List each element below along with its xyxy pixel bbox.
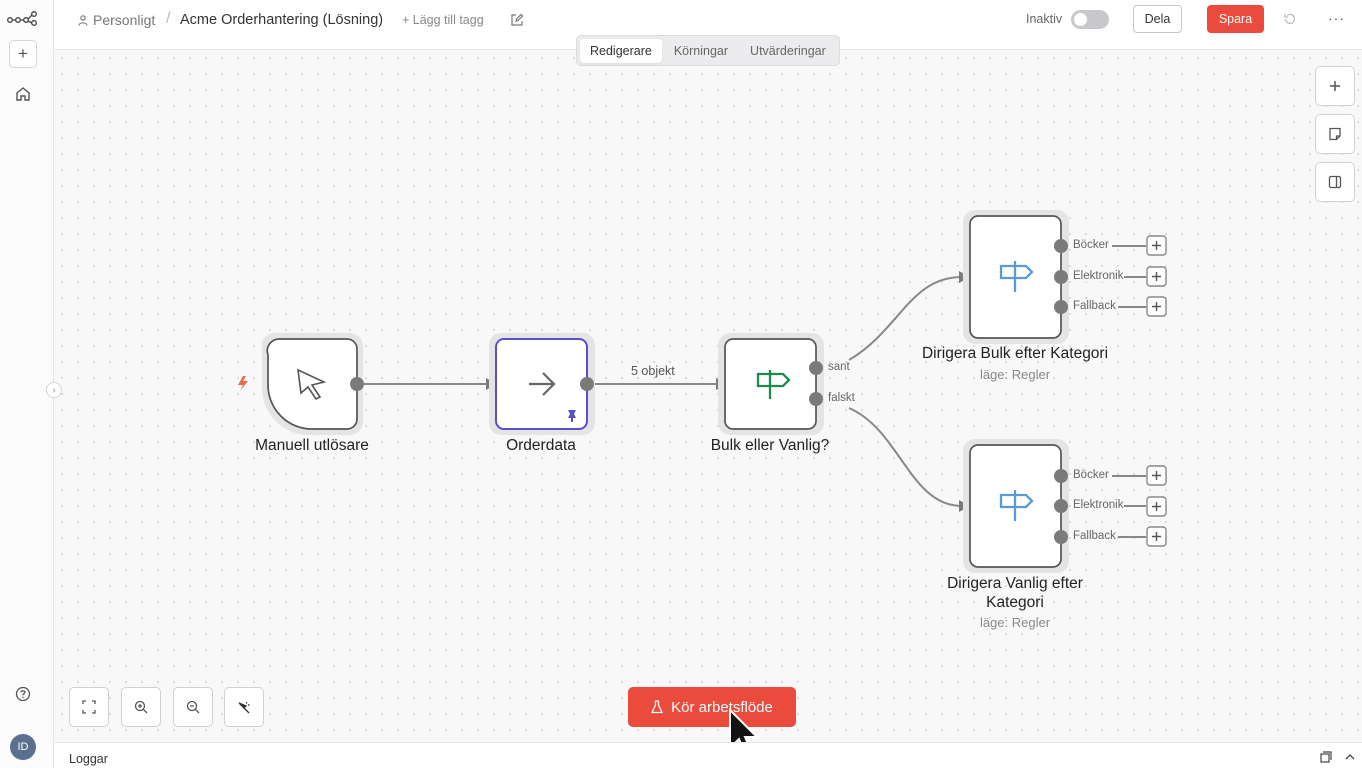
panel-icon bbox=[1328, 175, 1342, 189]
node-label: Bulk eller Vanlig? bbox=[710, 437, 830, 454]
node-route-regular[interactable] bbox=[963, 439, 1069, 573]
node-orderdata[interactable] bbox=[489, 333, 595, 435]
plus-icon bbox=[1330, 81, 1340, 91]
node-bulk-or-regular[interactable] bbox=[718, 333, 824, 435]
zoom-out-button[interactable] bbox=[173, 687, 213, 727]
node-label: Dirigera Vanlig efter bbox=[947, 575, 1083, 592]
sticky-note-icon bbox=[1329, 127, 1341, 141]
tidy-up-button[interactable] bbox=[224, 687, 264, 727]
logs-panel[interactable]: Loggar bbox=[54, 742, 1362, 768]
node-label: Manuell utlösare bbox=[255, 437, 369, 454]
output-label: Böcker bbox=[1073, 469, 1109, 481]
output-label-true: sant bbox=[828, 361, 850, 373]
node-label: Kategori bbox=[986, 594, 1044, 611]
lightning-bolt-icon bbox=[238, 376, 248, 391]
fit-view-button[interactable] bbox=[69, 687, 109, 727]
zoom-out-icon bbox=[186, 700, 200, 714]
add-node-button[interactable] bbox=[1315, 66, 1355, 106]
toggle-panel-button[interactable] bbox=[1315, 162, 1355, 202]
output-label: Elektronik bbox=[1073, 499, 1124, 511]
workflow-graph bbox=[238, 210, 1167, 573]
output-label-false: falskt bbox=[828, 392, 855, 404]
fullscreen-icon bbox=[82, 700, 96, 714]
output-label: Fallback bbox=[1073, 530, 1116, 542]
add-node-buttons[interactable] bbox=[1146, 235, 1167, 547]
logs-label: Loggar bbox=[69, 752, 108, 766]
output-ports[interactable] bbox=[350, 239, 1068, 544]
output-label: Fallback bbox=[1073, 300, 1116, 312]
node-manual-trigger[interactable] bbox=[261, 332, 363, 435]
output-label: Böcker bbox=[1073, 239, 1109, 251]
connection-false-regular[interactable] bbox=[848, 407, 963, 507]
node-route-bulk[interactable] bbox=[963, 210, 1069, 344]
node-label: Orderdata bbox=[506, 437, 576, 454]
chevron-up-icon[interactable] bbox=[1344, 752, 1356, 762]
run-workflow-button[interactable]: Kör arbetsflöde bbox=[628, 687, 796, 727]
node-label: Dirigera Bulk efter Kategori bbox=[921, 345, 1109, 362]
broom-icon bbox=[238, 701, 250, 714]
node-subtitle: läge: Regler bbox=[979, 367, 1051, 382]
connection-item-count: 5 objekt bbox=[631, 364, 675, 378]
pop-out-icon[interactable] bbox=[1320, 751, 1332, 763]
zoom-in-icon bbox=[134, 700, 148, 714]
app-window: + ID Personligt / Acme Orderhantering (L… bbox=[0, 0, 1362, 768]
flask-icon bbox=[651, 700, 664, 714]
sticky-note-button[interactable] bbox=[1315, 114, 1355, 154]
zoom-in-button[interactable] bbox=[121, 687, 161, 727]
output-label: Elektronik bbox=[1073, 270, 1124, 282]
node-subtitle: läge: Regler bbox=[979, 615, 1051, 630]
